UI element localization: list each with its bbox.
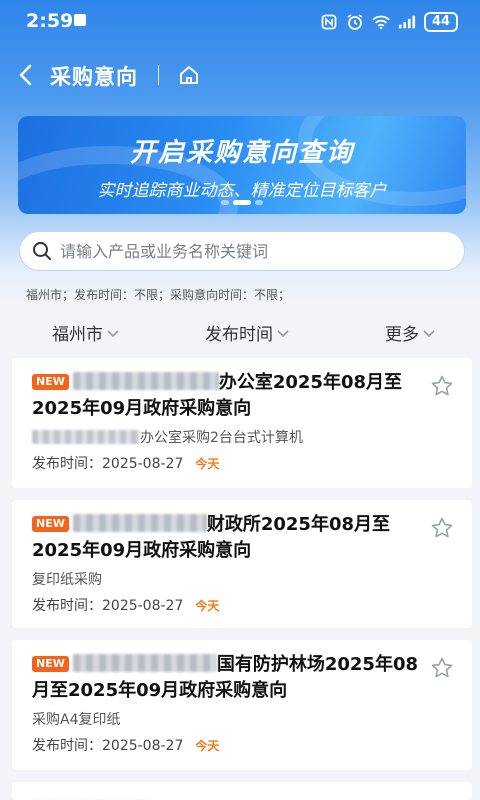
- page-title: 采购意向: [50, 65, 138, 89]
- publish-label: 发布时间：: [32, 738, 102, 754]
- search-input[interactable]: [60, 241, 464, 261]
- status-time: 2:59: [26, 10, 74, 32]
- filter-more-label: 更多: [385, 325, 419, 345]
- nfc-icon: [320, 13, 338, 31]
- publish-date: 2025-08-27: [102, 456, 184, 472]
- list-item[interactable]: NEW 国有防护林场2025年08月至2025年09月政府采购意向 采购A4复印纸…: [12, 640, 472, 770]
- banner-pagination: [18, 200, 466, 205]
- chevron-left-icon: [19, 64, 32, 86]
- battery-indicator: 44: [424, 12, 458, 32]
- redacted-text: [72, 514, 207, 532]
- card-subtitle: 办公室采购2台台式计算机: [32, 428, 452, 448]
- nav-bar: 采购意向: [0, 52, 480, 98]
- alarm-icon: [346, 13, 364, 31]
- status-bar: 2:59 44: [0, 0, 480, 44]
- banner-dot[interactable]: [255, 200, 263, 205]
- filter-publish-time[interactable]: 发布时间: [205, 320, 290, 345]
- star-icon[interactable]: [430, 516, 454, 540]
- nav-divider: [158, 65, 159, 85]
- card-title: NEW 财政所2025年08月至2025年09月政府采购意向: [32, 512, 452, 564]
- chevron-down-icon: [277, 329, 289, 337]
- search-box[interactable]: [19, 231, 465, 271]
- chevron-down-icon: [107, 329, 119, 337]
- filter-publish-time-label: 发布时间: [205, 325, 273, 345]
- redacted-text: [32, 430, 140, 444]
- today-badge: 今天: [195, 457, 220, 471]
- card-title: NEW 办公室2025年08月至2025年09月政府采购意向: [32, 370, 452, 422]
- chevron-down-icon: [423, 329, 435, 337]
- card-subtitle: 复印纸采购: [32, 570, 452, 590]
- wifi-icon: [372, 13, 390, 31]
- banner-dot[interactable]: [221, 200, 229, 205]
- redacted-text: [72, 654, 217, 672]
- star-icon[interactable]: [430, 656, 454, 680]
- redacted-text: [72, 372, 219, 390]
- publish-date: 2025-08-27: [102, 598, 184, 614]
- filter-more[interactable]: 更多: [385, 320, 436, 345]
- card-subtitle-text: 复印纸采购: [32, 572, 102, 588]
- filter-summary: 福州市；发布时间：不限；采购意向时间：不限；: [26, 288, 291, 302]
- star-icon[interactable]: [430, 374, 454, 398]
- home-button[interactable]: [175, 61, 203, 89]
- today-badge: 今天: [195, 739, 220, 753]
- signal-icon: [398, 13, 416, 31]
- card-title: NEW 国有防护林场2025年08月至2025年09月政府采购意向: [32, 652, 452, 704]
- card-meta: 发布时间：2025-08-27 今天: [32, 736, 452, 756]
- search-icon: [33, 242, 51, 260]
- status-icons: 44: [320, 12, 458, 32]
- back-button[interactable]: [10, 60, 40, 90]
- publish-label: 发布时间：: [32, 598, 102, 614]
- list-item[interactable]: NEW 办公室2025年08月至2025年09月政府采购意向 办公室采购2台台式计…: [12, 358, 472, 488]
- new-badge: NEW: [32, 656, 69, 672]
- filter-city-label: 福州市: [52, 325, 103, 345]
- banner-subtitle: 实时追踪商业动态、精准定位目标客户: [97, 181, 387, 201]
- card-subtitle-text: 采购A4复印纸: [32, 712, 121, 728]
- filter-city[interactable]: 福州市: [52, 320, 120, 345]
- home-icon: [180, 66, 198, 84]
- card-meta: 发布时间：2025-08-27 今天: [32, 596, 452, 616]
- card-meta: 发布时间：2025-08-27 今天: [32, 454, 452, 474]
- publish-label: 发布时间：: [32, 456, 102, 472]
- today-badge: 今天: [195, 599, 220, 613]
- banner-title: 开启采购意向查询: [129, 138, 354, 168]
- new-badge: NEW: [32, 374, 69, 390]
- filter-bar: 福州市 发布时间 更多: [0, 318, 480, 348]
- notification-app-icon: [74, 14, 86, 26]
- list-item[interactable]: NEW 财政所2025年08月至2025年09月政府采购意向 复印纸采购 发布时间…: [12, 500, 472, 628]
- publish-date: 2025-08-27: [102, 738, 184, 754]
- banner-dot-active[interactable]: [233, 200, 251, 205]
- list-item[interactable]: [12, 782, 472, 800]
- promo-banner[interactable]: 开启采购意向查询 实时追踪商业动态、精准定位目标客户: [18, 116, 466, 214]
- card-subtitle-text: 办公室采购2台台式计算机: [140, 430, 303, 446]
- new-badge: NEW: [32, 516, 69, 532]
- card-subtitle: 采购A4复印纸: [32, 710, 452, 730]
